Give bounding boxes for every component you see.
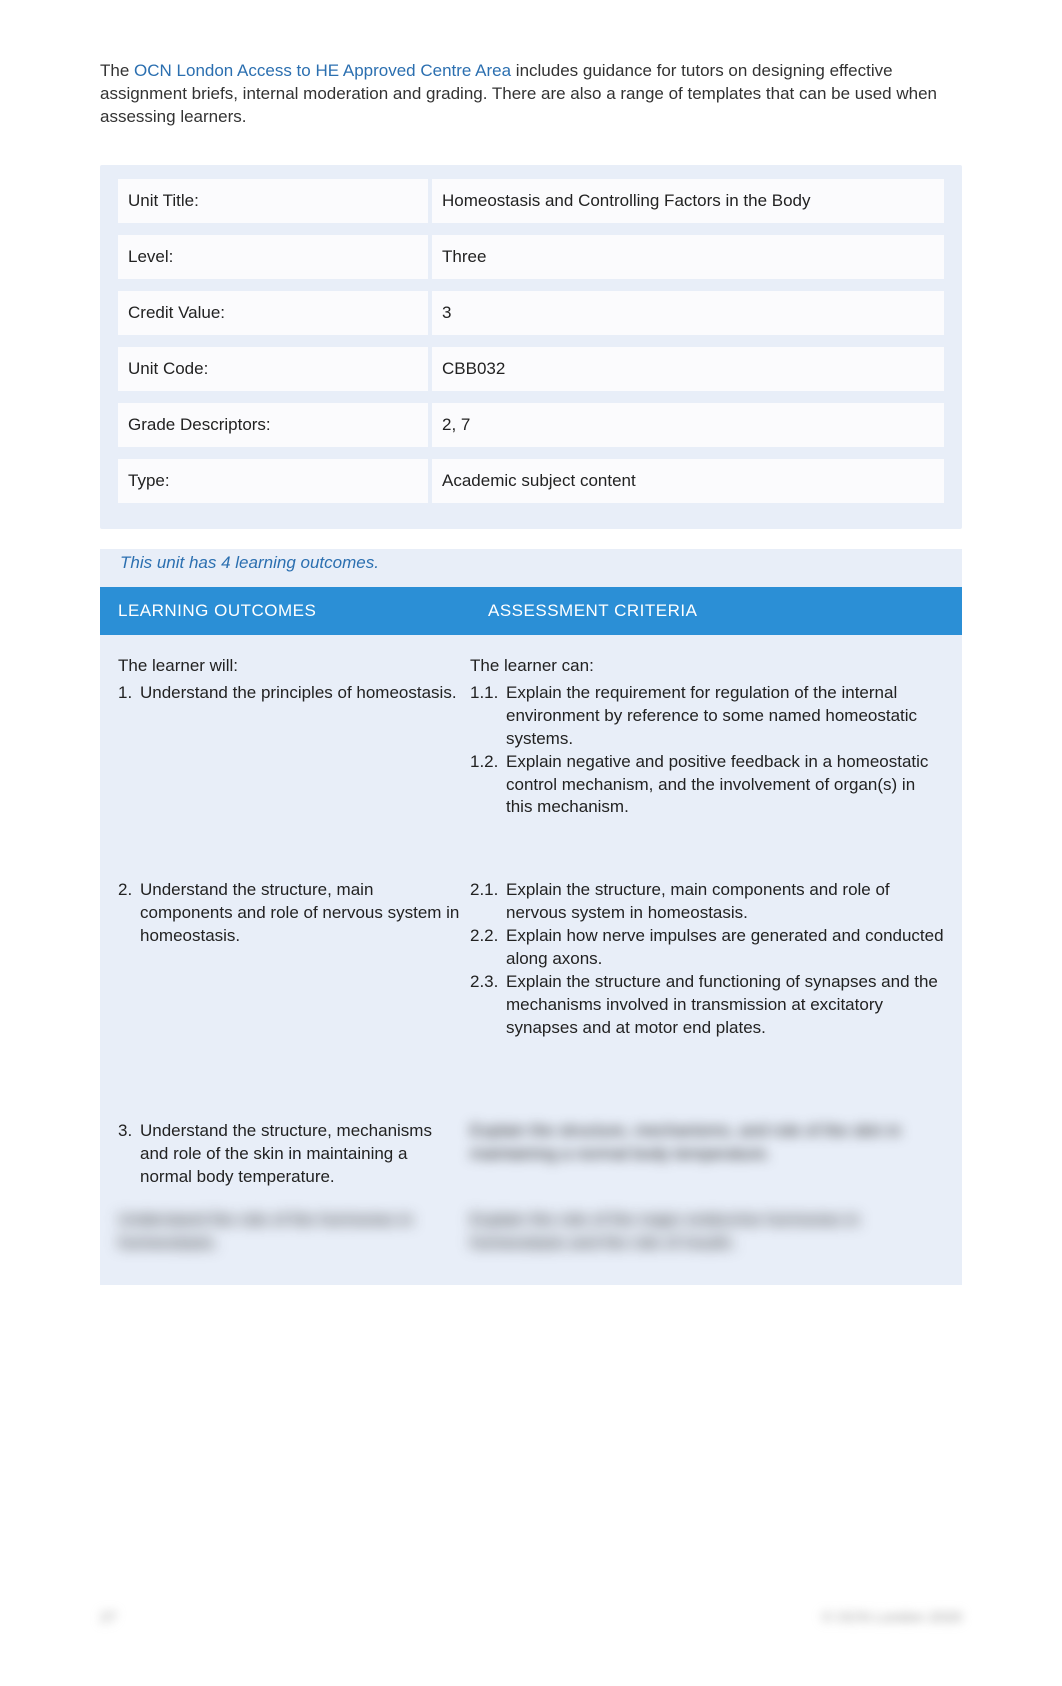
- lo-text: Understand the structure, main component…: [140, 879, 460, 948]
- lo-text: Understand the structure, mechanisms and…: [140, 1120, 460, 1189]
- level-value: Three: [432, 235, 944, 279]
- level-label: Level:: [118, 235, 428, 279]
- ac-text: Explain the structure, main components a…: [506, 879, 944, 925]
- learner-will-text: The learner will:: [118, 655, 460, 678]
- type-value: Academic subject content: [432, 459, 944, 503]
- ac-item: 2.1. Explain the structure, main compone…: [470, 879, 944, 925]
- lo-item: 2. Understand the structure, main compon…: [118, 879, 460, 948]
- unit-code-value: CBB032: [432, 347, 944, 391]
- table-row: Level: Three: [100, 231, 962, 283]
- ac-number: 2.1.: [470, 879, 506, 925]
- ac-item: 2.2. Explain how nerve impulses are gene…: [470, 925, 944, 971]
- ac-number: 2.3.: [470, 971, 506, 1040]
- credit-value-value: 3: [432, 291, 944, 335]
- ac-number: 1.2.: [470, 751, 506, 820]
- lo-cell-blurred: Understand the role of the hormones in h…: [118, 1209, 470, 1255]
- ac-cell-blurred: Explain the structure, mechanisms, and r…: [470, 1120, 944, 1189]
- lo-row: 3. Understand the structure, mechanisms …: [100, 1050, 962, 1199]
- page-number: 27: [100, 1609, 117, 1626]
- ac-cell: 2.1. Explain the structure, main compone…: [470, 879, 944, 1040]
- intro-paragraph: The OCN London Access to HE Approved Cen…: [100, 60, 962, 129]
- centre-area-link[interactable]: OCN London Access to HE Approved Centre …: [134, 61, 511, 80]
- learning-outcomes-section: LEARNING OUTCOMES ASSESSMENT CRITERIA Th…: [100, 587, 962, 1285]
- grade-descriptors-value: 2, 7: [432, 403, 944, 447]
- page-footer: 27 © OCN London 2020: [100, 1609, 962, 1626]
- ac-number: 1.1.: [470, 682, 506, 751]
- intro-prefix: The: [100, 61, 134, 80]
- learning-outcomes-header: LEARNING OUTCOMES: [100, 587, 470, 635]
- document-page: The OCN London Access to HE Approved Cen…: [0, 0, 1062, 1686]
- lo-cell: 3. Understand the structure, mechanisms …: [118, 1120, 470, 1189]
- ac-item: 1.2. Explain negative and positive feedb…: [470, 751, 944, 820]
- copyright-text: © OCN London 2020: [822, 1609, 962, 1626]
- unit-title-label: Unit Title:: [118, 179, 428, 223]
- ac-item: 1.1. Explain the requirement for regulat…: [470, 682, 944, 751]
- lo-row: 2. Understand the structure, main compon…: [100, 829, 962, 1050]
- lo-cell: The learner will: 1. Understand the prin…: [118, 655, 470, 820]
- type-label: Type:: [118, 459, 428, 503]
- outcomes-count-note: This unit has 4 learning outcomes.: [100, 549, 962, 587]
- unit-code-label: Unit Code:: [118, 347, 428, 391]
- ac-text: Explain the structure and functioning of…: [506, 971, 944, 1040]
- table-row: Type: Academic subject content: [100, 455, 962, 507]
- grade-descriptors-label: Grade Descriptors:: [118, 403, 428, 447]
- lo-text: Understand the principles of homeostasis…: [140, 682, 460, 705]
- lo-row-blurred: Understand the role of the hormones in h…: [100, 1199, 962, 1265]
- learner-can-text: The learner can:: [470, 655, 944, 678]
- ac-cell-blurred: Explain the role of the major endocrine …: [470, 1209, 944, 1255]
- ac-cell: The learner can: 1.1. Explain the requir…: [470, 655, 944, 820]
- lo-header-row: LEARNING OUTCOMES ASSESSMENT CRITERIA: [100, 587, 962, 635]
- unit-title-value: Homeostasis and Controlling Factors in t…: [432, 179, 944, 223]
- assessment-criteria-header: ASSESSMENT CRITERIA: [470, 587, 962, 635]
- table-row: Unit Code: CBB032: [100, 343, 962, 395]
- credit-value-label: Credit Value:: [118, 291, 428, 335]
- lo-cell: 2. Understand the structure, main compon…: [118, 879, 470, 1040]
- ac-text: Explain how nerve impulses are generated…: [506, 925, 944, 971]
- ac-number: 2.2.: [470, 925, 506, 971]
- table-row: Credit Value: 3: [100, 287, 962, 339]
- ac-text: Explain the requirement for regulation o…: [506, 682, 944, 751]
- lo-item: 1. Understand the principles of homeosta…: [118, 682, 460, 705]
- ac-text: Explain negative and positive feedback i…: [506, 751, 944, 820]
- unit-info-table: Unit Title: Homeostasis and Controlling …: [100, 165, 962, 529]
- table-row: Grade Descriptors: 2, 7: [100, 399, 962, 451]
- lo-number: 2.: [118, 879, 140, 948]
- ac-item: 2.3. Explain the structure and functioni…: [470, 971, 944, 1040]
- lo-number: 1.: [118, 682, 140, 705]
- table-row: Unit Title: Homeostasis and Controlling …: [100, 175, 962, 227]
- lo-row: The learner will: 1. Understand the prin…: [100, 635, 962, 830]
- lo-number: 3.: [118, 1120, 140, 1189]
- lo-item: 3. Understand the structure, mechanisms …: [118, 1120, 460, 1189]
